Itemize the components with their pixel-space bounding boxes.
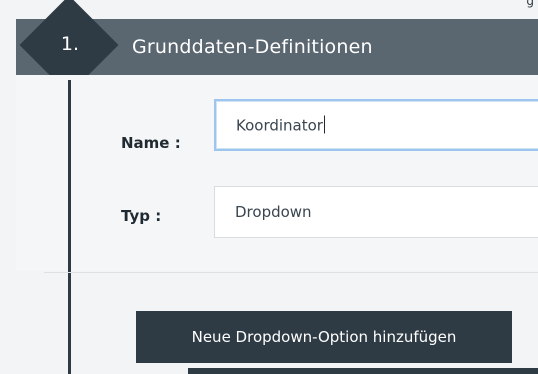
step-panel: g Grunddaten-Definitionen 1. Name : Koor… xyxy=(0,0,538,374)
clipped-lower-element xyxy=(188,368,538,374)
divider xyxy=(44,272,538,273)
name-label: Name : xyxy=(121,134,181,152)
type-label: Typ : xyxy=(121,207,162,225)
text-caret xyxy=(323,115,325,134)
section-title: Grunddaten-Definitionen xyxy=(132,36,373,58)
add-dropdown-option-button[interactable]: Neue Dropdown-Option hinzufügen xyxy=(136,311,512,363)
type-select[interactable]: Dropdown xyxy=(214,186,538,238)
clipped-text-fragment: g xyxy=(526,0,534,8)
name-input-text: Koordinator xyxy=(236,115,325,135)
timeline-line xyxy=(68,80,71,374)
type-select-value: Dropdown xyxy=(235,203,312,221)
name-input-value: Koordinator xyxy=(236,116,323,135)
name-input[interactable]: Koordinator xyxy=(214,99,538,151)
step-number: 1. xyxy=(60,33,80,55)
